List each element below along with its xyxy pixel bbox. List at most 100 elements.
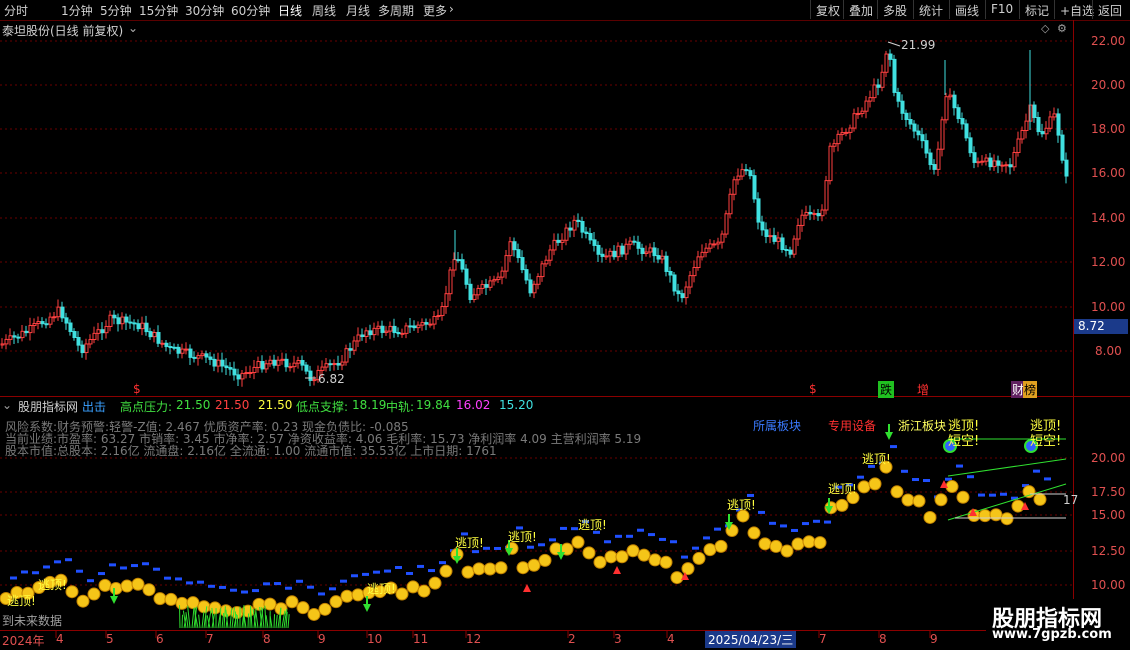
candle-body [716,241,721,245]
candle-body [1040,131,1045,135]
blue-dash [65,558,72,562]
smiley-marker [923,510,937,524]
blue-dash [175,577,182,581]
event-mark[interactable]: $ [133,382,141,396]
smiley-marker [670,571,684,585]
candle-body [568,227,573,231]
candle-body [696,256,701,269]
candle-body [348,348,353,351]
event-mark[interactable]: 增 [917,381,929,398]
candle-body [976,161,981,164]
x-tick-label: 7 [819,632,827,646]
smiley-marker [351,588,365,602]
event-mark[interactable]: 跌 [878,381,895,398]
candle-body [796,224,801,240]
smiley-marker [65,585,79,599]
grass-mark [185,612,189,629]
blue-dash [890,445,897,449]
blue-dash [901,469,908,473]
chart-canvas[interactable] [0,0,1130,650]
blue-dash [670,540,677,544]
candle-body [992,160,997,168]
candle-body [364,330,369,338]
candle-body [748,170,753,177]
candle-body [356,334,361,342]
candle-body [624,243,629,255]
smiley-marker [340,589,354,603]
event-mark[interactable]: $ [809,382,817,396]
candle-body [0,343,5,346]
candle-body [204,353,209,358]
candle-body [1024,120,1029,132]
event-mark[interactable]: 榜 [1023,381,1038,398]
blue-dash [659,537,666,541]
candle-body [160,342,165,345]
x-tick-label: 11 [413,632,429,646]
candle-body [932,164,937,170]
candle-body [460,259,465,270]
collapse-icon[interactable]: ⌄ [2,398,12,412]
candle-body [828,145,833,182]
smiley-marker [912,494,926,508]
candle-body [544,259,549,265]
chevron-down-icon[interactable]: ⌄ [128,21,138,35]
candle-body [164,342,169,348]
blue-dash [241,590,248,594]
candle-body [144,322,149,333]
candle-body [512,241,517,251]
smiley-marker [681,562,695,576]
blue-dash [439,561,446,565]
candle-body [936,148,941,170]
grass-mark [287,614,290,629]
candle-body [292,362,297,368]
blue-dash [109,563,116,567]
candle-body [188,348,193,358]
candle-body [32,323,37,327]
smiley-marker [1011,499,1025,513]
x-tick-label: 9 [930,632,938,646]
candle-body [920,134,925,142]
candle-body [876,84,881,88]
indicator-item-value: 21.50 [258,398,293,412]
candle-body [680,293,685,299]
signal-escape-label: 逃顶! [367,582,396,596]
candle-body [888,53,893,60]
candle-body [724,213,729,235]
smiley-marker [934,493,948,507]
down-arrow [363,604,371,612]
smiley-marker [109,581,123,595]
blue-dash [417,564,424,568]
blue-dash [230,588,237,592]
future-data-label[interactable]: 到未来数据 [2,612,62,629]
smiley-marker [428,576,442,590]
blue-dash [21,570,28,574]
blue-dash [813,519,820,523]
blue-dash [197,580,204,584]
smiley-marker [1033,492,1047,506]
grass-mark [264,605,267,629]
x-tick-label: 2 [568,632,576,646]
smiley-marker [637,548,651,562]
candle-body [908,119,913,125]
gear-icon[interactable]: ⚙ [1057,22,1067,35]
candle-body [304,364,309,372]
x-tick-label: 3 [614,632,622,646]
candle-body [300,360,305,366]
candle-body [812,213,817,216]
blue-dash [32,571,39,575]
blue-dash [956,464,963,468]
candle-body [404,325,409,334]
candle-body [4,338,9,345]
blue-dash [681,555,688,559]
smiley-marker [648,553,662,567]
candle-body [152,331,157,338]
smiley-marker [1000,512,1014,526]
y-tick-label: 18.00 [1091,122,1126,136]
blue-dash [10,576,17,580]
diamond-icon[interactable]: ◇ [1041,22,1049,35]
candle-body [444,293,449,308]
y-tick-label: 20.00 [1091,78,1126,92]
candle-body [1036,116,1041,133]
candle-body [632,240,637,243]
signal-escape-label: 逃顶! [727,498,756,512]
